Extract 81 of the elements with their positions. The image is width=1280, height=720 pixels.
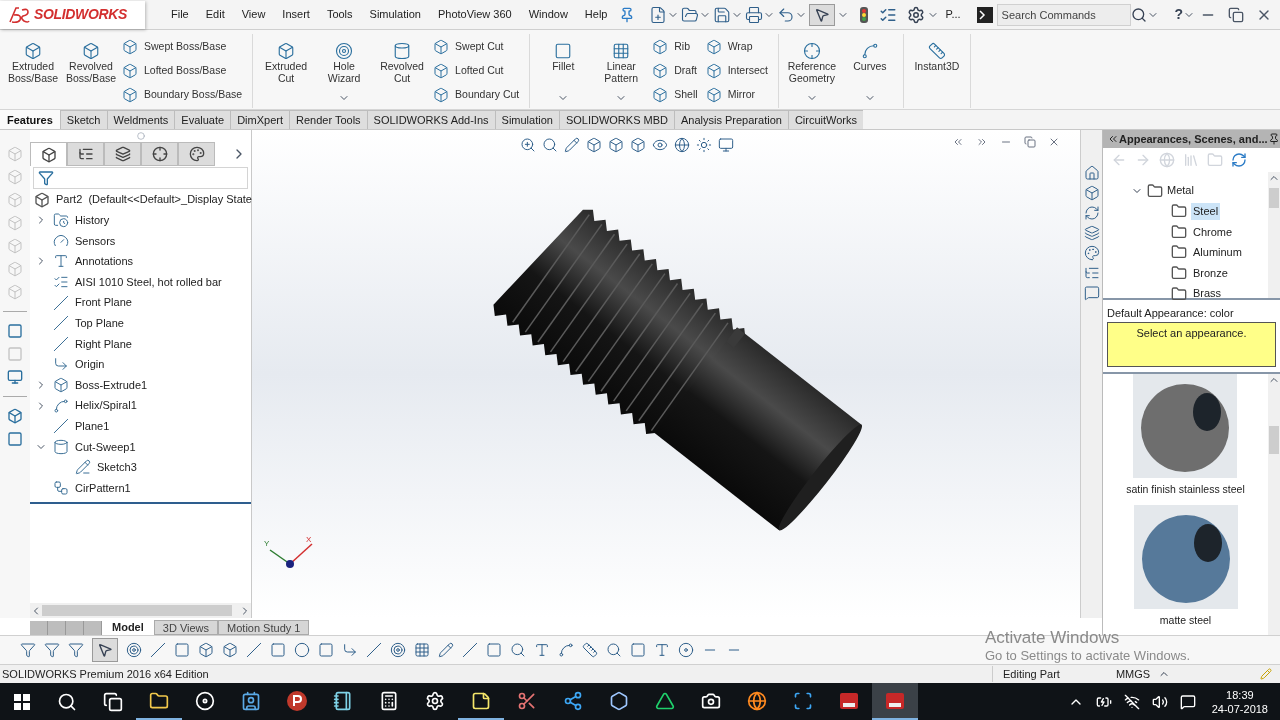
ribbon-command-button[interactable]: Revolved Boss/Base (64, 34, 118, 108)
command-tab[interactable]: SOLIDWORKS MBD (558, 110, 674, 129)
ribbon-command-button[interactable]: Wrap (705, 37, 768, 57)
ribbon-command-button[interactable]: Revolved Cut (375, 34, 430, 108)
ribbon-command-button[interactable]: Linear Pattern (594, 34, 649, 108)
ribbon-command-button[interactable]: Swept Boss/Base (122, 37, 243, 57)
tree-item[interactable]: Cut-Sweep1 (75, 438, 136, 456)
activation-message: Go to Settings to activate Windows. (985, 648, 1191, 664)
description-label: Default Appearance: color (1106, 306, 1235, 321)
tree-item[interactable]: History (75, 212, 110, 229)
tree-item[interactable]: Sensors (75, 232, 116, 250)
ribbon-command-button[interactable]: Extruded Boss/Base (6, 34, 60, 108)
menu-item[interactable]: Tools (326, 6, 353, 23)
menu-item[interactable]: File (171, 6, 189, 23)
command-tab[interactable]: Features (0, 110, 60, 129)
tree-item[interactable]: Brass (1191, 285, 1224, 302)
command-tab[interactable]: CircuitWorks (787, 110, 863, 129)
units-label[interactable]: MMGS (1108, 665, 1158, 683)
ribbon-command-button[interactable]: Lofted Boss/Base (122, 61, 243, 81)
menu-item[interactable]: Insert (282, 6, 310, 23)
ribbon-command-button[interactable]: Lofted Cut (433, 61, 520, 81)
tree-item[interactable]: Origin (75, 356, 105, 373)
menu-item[interactable]: Window (528, 6, 568, 23)
tree-item[interactable]: Metal (1167, 182, 1194, 199)
tree-item[interactable]: Steel (1191, 203, 1221, 220)
tree-item[interactable]: Bronze (1191, 264, 1230, 282)
pane-title: Appearances, Scenes, and... (1119, 131, 1268, 147)
ribbon-command-button[interactable]: Reference Geometry (784, 34, 839, 108)
ribbon-command-button[interactable]: Fillet (536, 34, 591, 108)
menu-item[interactable]: Simulation (369, 6, 421, 23)
command-tab[interactable]: Evaluate (174, 110, 231, 129)
ribbon-command-button[interactable]: Curves (842, 34, 897, 108)
hint-box: Select an appearance. (1107, 321, 1276, 367)
ribbon-command-button[interactable]: Extruded Cut (259, 34, 314, 108)
ribbon-command-button[interactable]: Instant3D (909, 34, 964, 108)
tree-item[interactable]: Right Plane (75, 335, 132, 353)
ribbon-command-button[interactable]: Hole Wizard (317, 34, 372, 108)
tree-root[interactable]: Part2 (Default<<Default>_Display State (56, 191, 252, 208)
tree-item[interactable]: Chrome (1191, 223, 1235, 241)
appearance-label[interactable]: satin finish stainless steel (1126, 481, 1245, 498)
command-tab[interactable]: SOLIDWORKS Add-Ins (366, 110, 495, 129)
axis-triad-drawing: Y X (262, 534, 314, 570)
tree-item[interactable]: CirPattern1 (75, 479, 131, 497)
ribbon-command-button[interactable]: Shell (652, 85, 698, 105)
model-tab[interactable]: Motion Study 1 (218, 620, 310, 635)
menu-item[interactable]: View (241, 6, 266, 23)
tree-item[interactable]: Boss-Extrude1 (75, 376, 148, 394)
truncated-command[interactable]: P... (945, 6, 961, 23)
ribbon-command-button[interactable]: Swept Cut (433, 37, 520, 57)
menu-item[interactable]: PhotoView 360 (437, 6, 512, 23)
tree-item[interactable]: Front Plane (75, 294, 132, 311)
model-tab[interactable]: 3D Views (153, 620, 219, 635)
menu-item[interactable]: Help (584, 6, 608, 23)
ribbon-command-button[interactable]: Boundary Cut (433, 85, 520, 105)
tree-item[interactable]: Top Plane (75, 315, 124, 332)
clock[interactable]: 18:39 24-07-2018 (1207, 687, 1272, 716)
command-tab[interactable]: DimXpert (230, 110, 289, 129)
tree-item[interactable]: AISI 1010 Steel, hot rolled bar (75, 273, 222, 291)
command-tab[interactable]: Simulation (494, 110, 559, 129)
ribbon-command-button[interactable]: Mirror (705, 85, 768, 105)
search-field[interactable]: Search Commands (996, 3, 1131, 26)
activation-title: Activate Windows (985, 628, 1121, 648)
tree-item[interactable]: Sketch3 (97, 459, 137, 476)
tree-item[interactable]: Plane1 (75, 418, 110, 435)
ribbon-command-button[interactable]: Rib (652, 37, 698, 57)
menu-item[interactable]: Edit (205, 6, 225, 23)
logo-wordmark: SOLIDWORKS (34, 5, 127, 24)
edition-label: SOLIDWORKS Premium 2016 x64 Edition (1, 666, 209, 682)
ribbon-command-button[interactable]: Draft (652, 61, 698, 81)
tree-item[interactable]: Annotations (75, 253, 134, 270)
appearance-label[interactable]: matte steel (1159, 613, 1212, 629)
tree-item[interactable]: Aluminum (1191, 244, 1244, 261)
ribbon-command-button[interactable]: Intersect (705, 61, 768, 81)
command-tab[interactable]: Analysis Preparation (674, 110, 788, 129)
help-button[interactable]: ? (1174, 4, 1184, 25)
command-tab[interactable]: Sketch (59, 110, 107, 129)
mode-label: Editing Part (992, 665, 1084, 683)
tree-item[interactable]: Helix/Spiral1 (75, 397, 137, 414)
command-tab[interactable]: Render Tools (289, 110, 367, 129)
command-tab[interactable]: Weldments (106, 110, 175, 129)
ribbon-command-button[interactable]: Boundary Boss/Base (122, 85, 243, 105)
